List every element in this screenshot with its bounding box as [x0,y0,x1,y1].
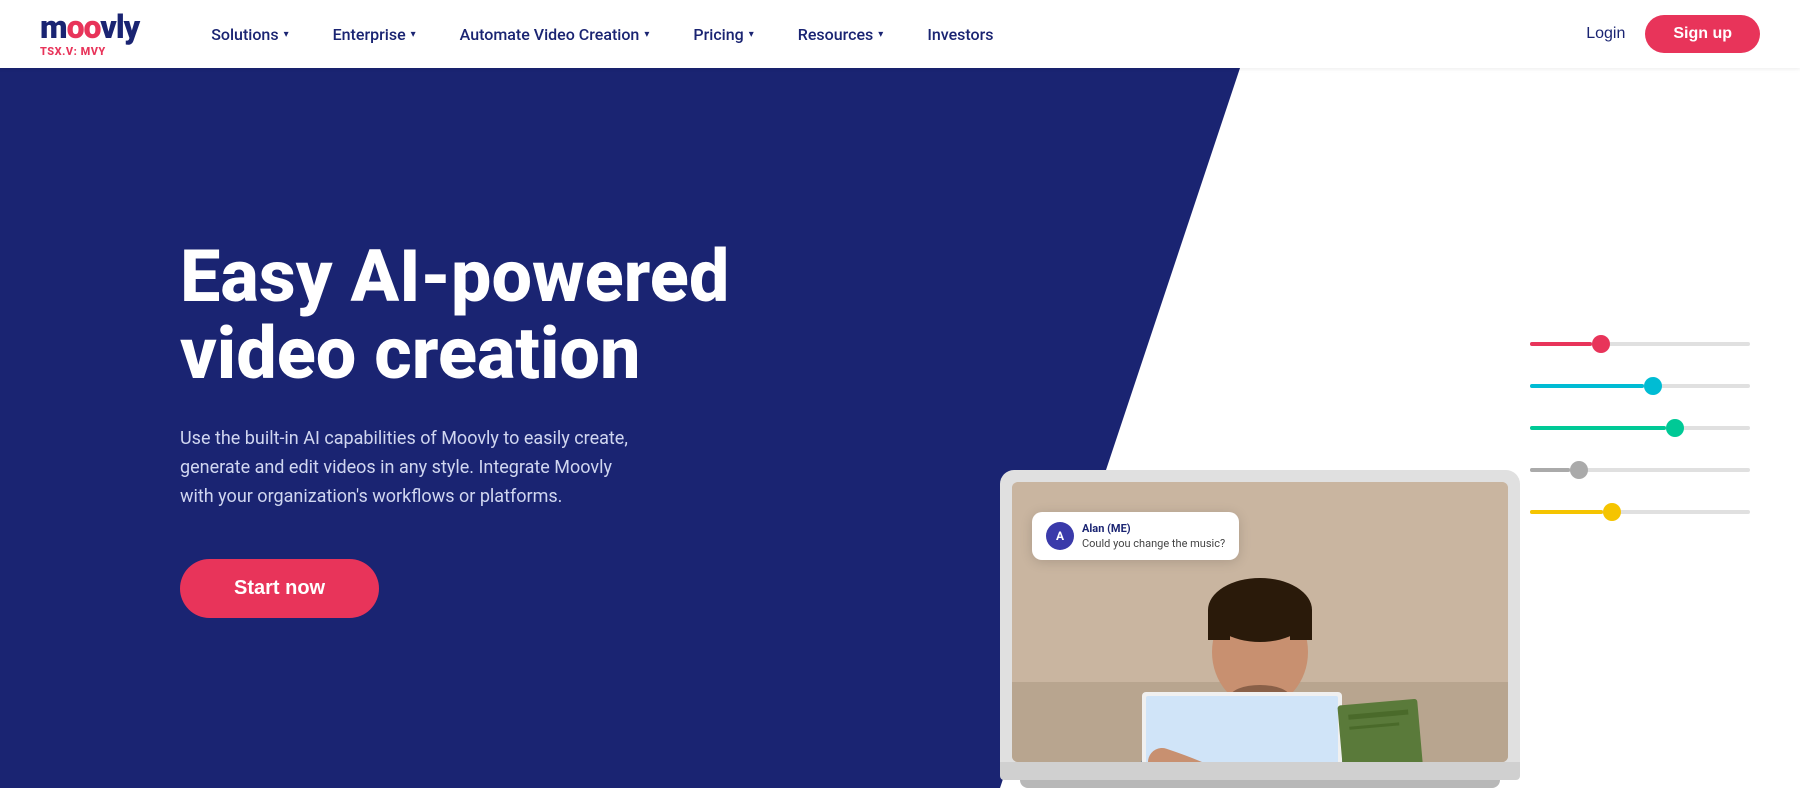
logo-brand: moovly [40,11,139,43]
slider-5[interactable] [1530,509,1750,515]
logo[interactable]: moovly TSX.V: MVY [40,11,139,58]
slider-2[interactable] [1530,383,1750,389]
hero-visual: A Alan (ME) Could you change the music? [1000,470,1520,788]
slider-3[interactable] [1530,425,1750,431]
nav-item-investors[interactable]: Investors [905,0,1015,68]
laptop-base [1000,762,1520,780]
hero-subtitle: Use the built-in AI capabilities of Moov… [180,425,640,511]
nav-item-solutions[interactable]: Solutions ▾ [189,0,310,68]
nav-item-resources[interactable]: Resources ▾ [776,0,906,68]
laptop-image: A Alan (ME) Could you change the music? [1000,470,1520,788]
slider-1[interactable] [1530,341,1750,347]
start-now-button[interactable]: Start now [180,559,379,618]
chevron-down-icon: ▾ [411,29,416,40]
hero-section: Easy AI-powered video creation Use the b… [0,68,1800,788]
chevron-down-icon: ▾ [284,29,289,40]
navbar: moovly TSX.V: MVY Solutions ▾ Enterprise… [0,0,1800,68]
laptop-screen-outer: A Alan (ME) Could you change the music? [1000,470,1520,762]
timeline-sliders [1530,341,1770,515]
chat-avatar: A [1046,522,1074,550]
nav-links: Solutions ▾ Enterprise ▾ Automate Video … [189,0,1586,68]
chat-bubble: A Alan (ME) Could you change the music? [1032,512,1239,560]
hero-text: Easy AI-powered video creation Use the b… [180,238,729,619]
laptop-foot [1020,780,1500,788]
login-button[interactable]: Login [1586,25,1625,43]
nav-item-pricing[interactable]: Pricing ▾ [671,0,775,68]
slider-4[interactable] [1530,467,1750,473]
chevron-down-icon: ▾ [644,29,649,40]
chevron-down-icon: ▾ [749,29,754,40]
hero-title: Easy AI-powered video creation [180,238,729,394]
laptop-screen-inner: A Alan (ME) Could you change the music? [1012,482,1508,762]
chevron-down-icon: ▾ [878,29,883,40]
signup-button[interactable]: Sign up [1645,15,1760,53]
person-photo: A Alan (ME) Could you change the music? [1012,482,1508,762]
nav-right: Login Sign up [1586,15,1760,53]
nav-item-automate[interactable]: Automate Video Creation ▾ [438,0,672,68]
logo-ticker: TSX.V: MVY [40,45,139,58]
nav-item-enterprise[interactable]: Enterprise ▾ [311,0,438,68]
chat-text: Alan (ME) Could you change the music? [1082,522,1225,550]
